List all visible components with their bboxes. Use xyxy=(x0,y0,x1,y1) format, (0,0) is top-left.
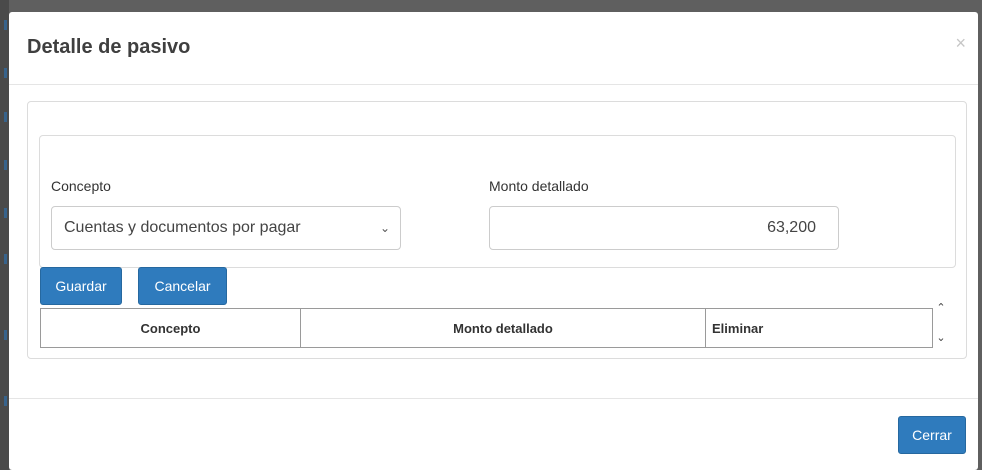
monto-input[interactable]: 63,200 xyxy=(489,206,839,250)
save-button[interactable]: Guardar xyxy=(40,267,122,305)
cancel-button[interactable]: Cancelar xyxy=(138,267,227,305)
backdrop-fragment xyxy=(4,20,7,30)
table-scrollbar[interactable]: ⌃ ⌄ xyxy=(934,301,948,351)
chevron-down-icon: ⌄ xyxy=(379,221,390,235)
modal-title: Detalle de pasivo xyxy=(27,36,191,58)
table-header-row: Concepto Monto detallado Eliminar xyxy=(40,308,933,348)
scroll-up-icon[interactable]: ⌃ xyxy=(934,301,948,314)
monto-label: Monto detallado xyxy=(489,178,589,194)
detalle-pasivo-modal: Detalle de pasivo × Concepto Cuentas y d… xyxy=(9,12,978,470)
table-header-concepto[interactable]: Concepto xyxy=(40,308,301,348)
backdrop-fragment xyxy=(4,112,7,122)
backdrop-fragment xyxy=(4,396,7,406)
backdrop-fragment xyxy=(4,208,7,218)
table-header-eliminar[interactable]: Eliminar xyxy=(705,308,933,348)
scroll-down-icon[interactable]: ⌄ xyxy=(934,331,948,344)
modal-header: Detalle de pasivo × xyxy=(9,12,978,85)
footer-divider xyxy=(9,398,978,399)
backdrop-fragment xyxy=(4,330,7,340)
close-button[interactable]: Cerrar xyxy=(898,416,966,454)
close-icon[interactable]: × xyxy=(955,34,966,52)
table-header-monto[interactable]: Monto detallado xyxy=(300,308,706,348)
concepto-selected-value: Cuentas y documentos por pagar xyxy=(64,219,301,236)
monto-value: 63,200 xyxy=(767,219,816,236)
backdrop-fragment xyxy=(4,254,7,264)
backdrop-fragment xyxy=(4,160,7,170)
concepto-label: Concepto xyxy=(51,178,111,194)
detail-table: Concepto Monto detallado Eliminar xyxy=(40,308,933,348)
concepto-select[interactable]: Cuentas y documentos por pagar ⌄ xyxy=(51,206,401,250)
page-backdrop-edge xyxy=(0,0,9,470)
backdrop-fragment xyxy=(4,68,7,78)
